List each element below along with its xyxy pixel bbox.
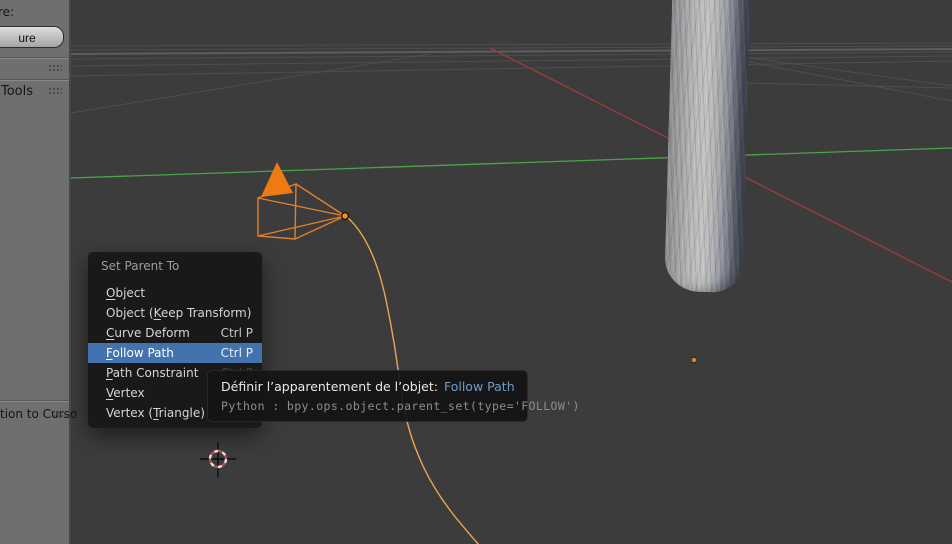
menu-item-label: Follow Path (106, 346, 174, 360)
tooltip-value: Follow Path (443, 379, 515, 394)
camera-object[interactable] (257, 162, 350, 240)
panel-separator (0, 79, 69, 80)
camera-origin-point (340, 211, 350, 221)
panel-separator (0, 400, 69, 401)
menu-item-shortcut: Ctrl P (220, 346, 253, 360)
panel-grip-icon[interactable] (52, 410, 66, 419)
menu-title: Set Parent To (101, 259, 180, 273)
menu-item-follow-path[interactable]: Follow Path Ctrl P (88, 343, 262, 363)
tool-shelf-top-label: re: (0, 5, 15, 19)
menu-item-curve-deform[interactable]: Curve Deform Ctrl P (88, 323, 262, 343)
menu-item-shortcut: Ctrl P (220, 326, 253, 340)
panel-grip-icon[interactable] (48, 87, 62, 96)
menu-item-label: Path Constraint (106, 366, 199, 380)
menu-item-label: Vertex (Triangle) (106, 406, 205, 420)
curve-origin-point[interactable] (690, 356, 698, 364)
tool-shelf: re: ure Tools tion to Curso (0, 0, 77, 544)
camera-up-triangle (261, 162, 293, 197)
tooltip-description: Définir l’apparentement de l’objet: (221, 379, 438, 394)
follow-path-tooltip: Définir l’apparentement de l’objet: Follo… (207, 370, 580, 422)
menu-item-object-keep-transform[interactable]: Object (Keep Transform) (88, 303, 262, 323)
texture-button[interactable]: ure (0, 26, 64, 48)
blender-3d-viewport-window: { "app": { "kind": "blender-3d-viewport"… (0, 0, 952, 544)
tools-panel-header[interactable]: Tools (1, 84, 33, 99)
menu-item-label: Vertex (106, 386, 145, 400)
panel-grip-icon[interactable] (48, 64, 62, 73)
tooltip-description-line: Définir l’apparentement de l’objet: Follo… (221, 379, 515, 394)
menu-item-label: Object (106, 286, 146, 300)
tooltip-python-line: Python : bpy.ops.object.parent_set(type=… (221, 399, 580, 413)
panel-separator (0, 57, 69, 58)
menu-item-object[interactable]: Object (88, 283, 262, 303)
3d-cursor (200, 442, 236, 477)
menu-item-label: Object (Keep Transform) (106, 306, 252, 320)
menu-item-label: Curve Deform (106, 326, 190, 340)
